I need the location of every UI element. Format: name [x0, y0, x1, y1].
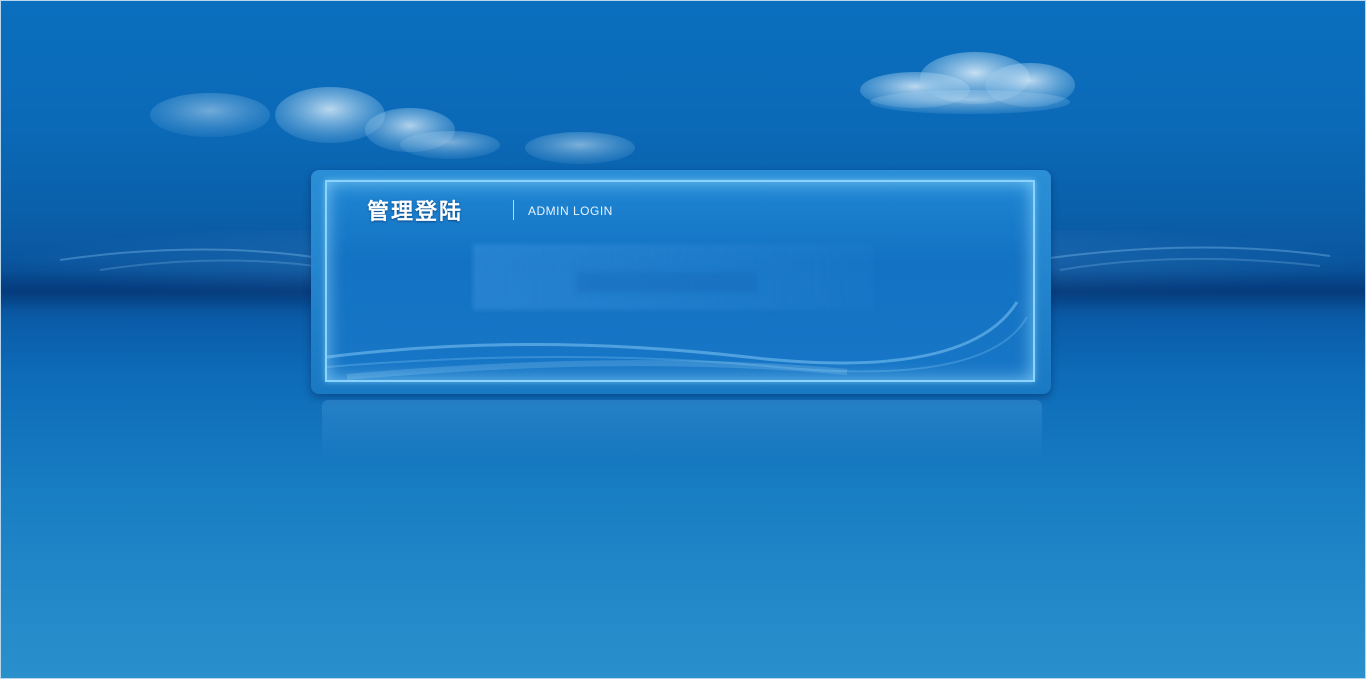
- login-panel: 管理登陆 ADMIN LOGIN: [311, 170, 1051, 394]
- panel-wave-decoration: [327, 301, 1028, 380]
- panel-reflection: [322, 400, 1042, 460]
- cloud-left-icon: [150, 87, 635, 164]
- login-panel-inner: 管理登陆 ADMIN LOGIN: [325, 180, 1035, 382]
- login-page: 管理登陆 ADMIN LOGIN: [0, 0, 1366, 679]
- cloud-right-icon: [860, 52, 1075, 114]
